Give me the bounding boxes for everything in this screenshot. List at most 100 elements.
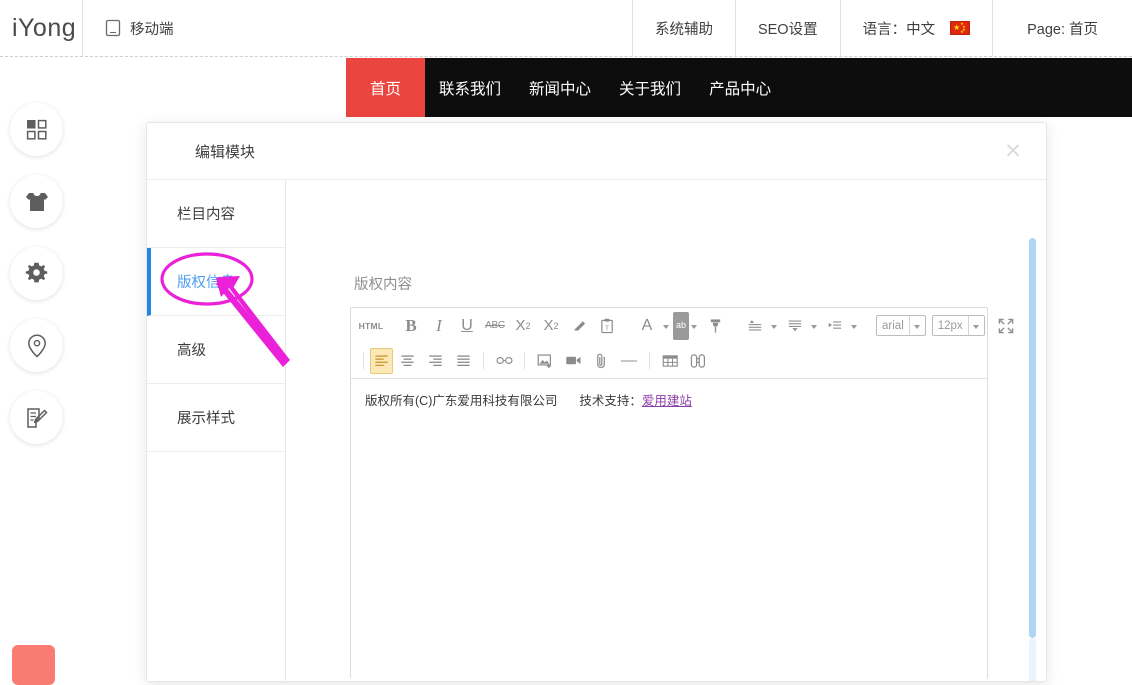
site-navigation: 首页 联系我们 新闻中心 关于我们 产品中心: [0, 58, 1132, 117]
text-color-dropdown-caret[interactable]: [663, 324, 669, 329]
rail-modules-button[interactable]: [10, 103, 63, 156]
toolbar-separator-8: [649, 352, 650, 369]
page-indicator-label: Page: 首页: [1027, 21, 1098, 38]
superscript-button[interactable]: X2: [509, 313, 537, 339]
mobile-view-toggle[interactable]: 移动端: [83, 0, 196, 56]
paragraph-spacing-dropdown-caret[interactable]: [811, 324, 818, 329]
indent-button[interactable]: [821, 313, 849, 339]
toolbar-separator-6: [483, 352, 484, 369]
tab-advanced[interactable]: 高级: [147, 316, 285, 384]
mobile-view-label: 移动端: [130, 21, 174, 38]
modal-content-pane: 版权内容 HTML B I U ABC X2 X2 T A ab arial 1…: [286, 180, 1046, 681]
nav-item-about[interactable]: 关于我们: [605, 58, 695, 117]
tab-display-style[interactable]: 展示样式: [147, 384, 285, 452]
modal-header: 编辑模块 ✕: [147, 123, 1046, 180]
line-height-dropdown-caret[interactable]: [771, 324, 778, 329]
align-left-button[interactable]: [370, 347, 393, 374]
tech-support-link[interactable]: 爱用建站: [642, 394, 692, 408]
tab-copyright-info[interactable]: 版权信息: [147, 248, 285, 316]
editor-toolbar-row-1: HTML B I U ABC X2 X2 T A ab arial 12px: [351, 308, 1013, 343]
paste-as-text-icon[interactable]: T: [593, 313, 621, 339]
editor-toolbar-row-2: [351, 343, 987, 379]
nav-item-products-label: 产品中心: [709, 80, 772, 98]
svg-text:T: T: [605, 324, 609, 331]
insert-image-icon[interactable]: [531, 348, 559, 374]
indent-dropdown-caret[interactable]: [851, 324, 858, 329]
nav-item-news[interactable]: 新闻中心: [515, 58, 605, 117]
subscript-button[interactable]: X2: [537, 313, 565, 339]
nav-item-about-label: 关于我们: [619, 80, 682, 98]
font-size-value: 12px: [937, 319, 963, 332]
gear-settings-icon: [25, 262, 48, 285]
rail-bottom-action-button[interactable]: [12, 645, 55, 685]
tshirt-theme-icon: [25, 191, 49, 213]
highlight-color-button[interactable]: ab: [673, 311, 690, 340]
nav-item-news-label: 新闻中心: [529, 80, 592, 98]
language-selector[interactable]: 语言：中文 ★ ★ ★ ★ ★: [841, 0, 993, 56]
remove-format-eraser-icon[interactable]: [565, 313, 593, 339]
tab-display-style-label: 展示样式: [177, 411, 235, 427]
insert-video-icon[interactable]: [559, 348, 587, 374]
top-header-bar: iYong 移动端 系统辅助 SEO设置 语言：中文 ★ ★ ★ ★ ★ Pag…: [0, 0, 1132, 57]
copyright-text: 版权所有(C)广东爱用科技有限公司: [365, 394, 558, 408]
modal-title: 编辑模块: [195, 143, 256, 161]
modal-body: 栏目内容 版权信息 高级 展示样式 版权内容 HTML B I U ABC X …: [147, 180, 1046, 681]
font-family-value: arial: [882, 319, 904, 332]
rail-location-button[interactable]: [10, 319, 63, 372]
system-assist-button[interactable]: 系统辅助: [633, 0, 735, 56]
format-brush-icon[interactable]: [701, 313, 729, 339]
horizontal-rule-icon[interactable]: [615, 348, 643, 374]
italic-button[interactable]: I: [425, 313, 453, 339]
system-assist-label: 系统辅助: [654, 21, 713, 38]
insert-link-icon[interactable]: [490, 348, 518, 374]
page-indicator[interactable]: Page: 首页: [993, 0, 1132, 56]
strikethrough-button[interactable]: ABC: [481, 313, 509, 339]
font-family-caret-icon: [908, 316, 925, 335]
highlight-color-dropdown-caret[interactable]: [691, 324, 698, 329]
font-size-select[interactable]: 12px: [931, 315, 985, 336]
modal-scrollbar-thumb[interactable]: [1029, 238, 1036, 638]
tablet-icon: [105, 19, 121, 37]
modal-scrollbar-thumb-tail: [1029, 638, 1036, 681]
insert-table-icon[interactable]: [656, 348, 684, 374]
bold-button[interactable]: B: [397, 313, 425, 339]
tab-copyright-info-label: 版权信息: [177, 275, 235, 291]
language-label: 语言：中文: [862, 21, 936, 38]
nav-item-home[interactable]: 首页: [346, 58, 426, 117]
rail-edit-button[interactable]: [10, 391, 63, 444]
preview-binoculars-icon[interactable]: [684, 348, 712, 374]
copyright-content-label: 版权内容: [354, 277, 412, 293]
font-family-select[interactable]: arial: [876, 315, 926, 336]
align-justify-button[interactable]: [449, 348, 477, 374]
header-spacer: [196, 0, 632, 56]
rail-theme-button[interactable]: [10, 175, 63, 228]
fullscreen-expand-icon[interactable]: [992, 313, 1020, 339]
align-right-button[interactable]: [421, 348, 449, 374]
underline-button[interactable]: U: [453, 313, 481, 339]
modal-scrollbar-track[interactable]: [1029, 238, 1036, 681]
close-icon[interactable]: ✕: [1002, 141, 1024, 163]
text-color-button[interactable]: A: [633, 313, 661, 339]
seo-settings-button[interactable]: SEO设置: [736, 0, 840, 56]
tab-advanced-label: 高级: [177, 343, 206, 359]
font-size-caret-icon: [967, 316, 984, 335]
attachment-icon[interactable]: [587, 348, 615, 374]
edit-module-modal: 编辑模块 ✕ 栏目内容 版权信息 高级 展示样式 版权内容 HTML B I U…: [146, 122, 1047, 682]
nav-item-home-label: 首页: [370, 80, 402, 98]
line-height-button[interactable]: [741, 313, 769, 339]
nav-item-products[interactable]: 产品中心: [695, 58, 785, 117]
editor-content-area[interactable]: 版权所有(C)广东爱用科技有限公司 技术支持：爱用建站: [351, 379, 987, 679]
nav-item-contact[interactable]: 联系我们: [425, 58, 515, 117]
tab-column-content[interactable]: 栏目内容: [147, 180, 285, 248]
edit-document-icon: [25, 406, 49, 430]
nav-item-contact-label: 联系我们: [439, 80, 502, 98]
app-brand-logo: iYong: [12, 13, 77, 42]
html-source-button[interactable]: HTML: [357, 313, 385, 339]
rail-settings-button[interactable]: [10, 247, 63, 300]
modal-tab-list: 栏目内容 版权信息 高级 展示样式: [147, 180, 286, 681]
paragraph-spacing-button[interactable]: [781, 313, 809, 339]
left-icon-rail: [10, 103, 64, 444]
grid-modules-icon: [26, 119, 48, 141]
toolbar-separator-7: [524, 352, 525, 369]
align-center-button[interactable]: [393, 348, 421, 374]
